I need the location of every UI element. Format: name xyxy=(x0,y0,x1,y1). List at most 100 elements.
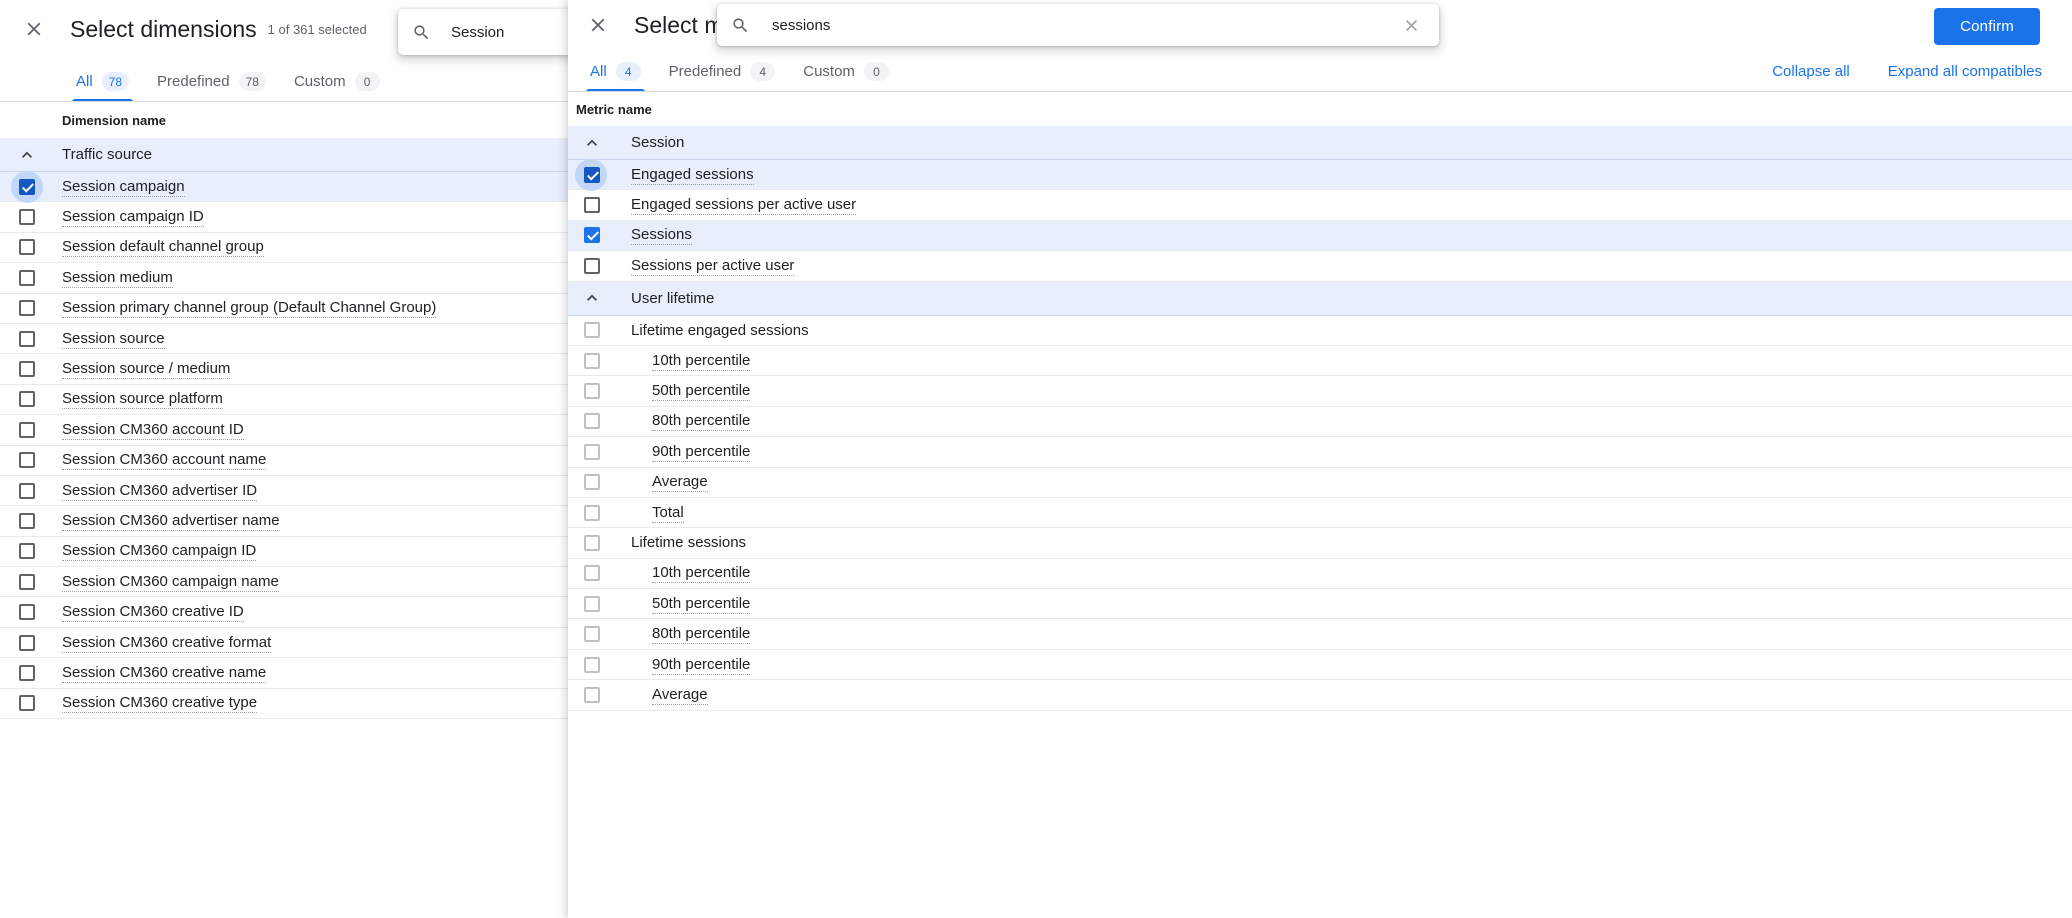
dimension-item-label: Session CM360 account ID xyxy=(62,420,244,440)
dimension-checkbox[interactable] xyxy=(10,324,44,354)
metric-checkbox[interactable] xyxy=(574,158,610,191)
close-icon[interactable] xyxy=(10,5,58,53)
metric-checkbox xyxy=(574,558,610,588)
metric-checkbox[interactable] xyxy=(574,220,610,250)
select-metrics-panel: Select metrics 2 of 169 selected Confirm… xyxy=(568,0,2072,918)
dimensions-tab-all[interactable]: All 78 xyxy=(62,72,143,102)
dimensions-tab-predefined[interactable]: Predefined 78 xyxy=(143,72,280,102)
dimension-list-item[interactable]: Session CM360 account ID xyxy=(0,415,568,446)
metric-checkbox xyxy=(574,437,610,467)
dimension-group-header[interactable]: Traffic source xyxy=(0,138,568,172)
dimension-list-item[interactable]: Session source platform xyxy=(0,384,568,416)
metric-item-label: Lifetime sessions xyxy=(631,534,747,552)
chevron-up-icon[interactable] xyxy=(574,133,610,153)
dimension-list-item[interactable]: Session CM360 creative ID xyxy=(0,597,568,628)
dimension-checkbox[interactable] xyxy=(10,597,44,627)
metric-group-label: User lifetime xyxy=(631,289,715,307)
metric-checkbox xyxy=(574,619,610,649)
search-icon xyxy=(731,16,750,35)
collapse-all-button[interactable]: Collapse all xyxy=(1772,63,1850,80)
metric-list-item[interactable]: Engaged sessions per active user xyxy=(568,190,2072,221)
metric-checkbox xyxy=(574,498,610,528)
metric-checkbox xyxy=(574,650,610,680)
dimension-item-label: Session primary channel group (Default C… xyxy=(62,299,437,319)
close-icon[interactable] xyxy=(574,1,622,49)
dimension-checkbox[interactable] xyxy=(10,445,44,475)
select-dimensions-panel: Select dimensions 1 of 361 selected All … xyxy=(0,0,568,918)
metrics-search-box[interactable] xyxy=(717,4,1439,46)
dimension-checkbox[interactable] xyxy=(10,506,44,536)
dimension-checkbox[interactable] xyxy=(10,232,44,262)
metrics-tab-custom-badge: 0 xyxy=(863,62,889,81)
dimension-list-item[interactable]: Session campaign xyxy=(0,170,568,203)
dimension-checkbox[interactable] xyxy=(10,567,44,597)
dimension-list-item[interactable]: Session default channel group xyxy=(0,232,568,264)
metric-item-label: 10th percentile xyxy=(652,351,751,371)
metric-list-item: 80th percentile xyxy=(568,407,2072,438)
metrics-tab-all[interactable]: All 4 xyxy=(576,62,655,92)
dimension-list-item[interactable]: Session CM360 creative type xyxy=(0,688,568,720)
dimension-checkbox[interactable] xyxy=(10,628,44,658)
dimension-item-label: Session source / medium xyxy=(62,360,231,380)
dimension-list-item[interactable]: Session source xyxy=(0,324,568,355)
dimension-list-item[interactable]: Session medium xyxy=(0,263,568,294)
metric-list-item[interactable]: Engaged sessions xyxy=(568,158,2072,191)
metric-checkbox[interactable] xyxy=(574,190,610,220)
dimension-checkbox[interactable] xyxy=(10,415,44,445)
dimension-list-item[interactable]: Session CM360 account name xyxy=(0,446,568,476)
metric-item-label: Lifetime engaged sessions xyxy=(631,321,809,339)
metric-list-item: Total xyxy=(568,498,2072,529)
dimension-list-item[interactable]: Session CM360 creative name xyxy=(0,658,568,689)
chevron-up-icon[interactable] xyxy=(574,288,610,308)
metric-list-item: 10th percentile xyxy=(568,558,2072,590)
metric-checkbox[interactable] xyxy=(574,251,610,281)
dimensions-tabs: All 78 Predefined 78 Custom 0 xyxy=(0,58,568,102)
dimension-checkbox[interactable] xyxy=(10,476,44,506)
metric-item-label: 90th percentile xyxy=(652,655,751,675)
chevron-up-icon[interactable] xyxy=(10,145,44,165)
metric-group-header[interactable]: Session xyxy=(568,126,2072,160)
dimension-checkbox[interactable] xyxy=(10,384,44,414)
dimension-checkbox[interactable] xyxy=(10,202,44,232)
dimension-item-label: Session CM360 campaign ID xyxy=(62,542,257,562)
dimension-checkbox[interactable] xyxy=(10,354,44,384)
metric-checkbox xyxy=(574,589,610,619)
metric-item-label: Sessions xyxy=(631,226,692,246)
confirm-button[interactable]: Confirm xyxy=(1934,8,2040,45)
dimension-list-item[interactable]: Session CM360 creative format xyxy=(0,628,568,659)
metric-list-item: 50th percentile xyxy=(568,376,2072,407)
dimension-checkbox[interactable] xyxy=(10,658,44,688)
dimension-list-item[interactable]: Session primary channel group (Default C… xyxy=(0,294,568,324)
dimension-checkbox[interactable] xyxy=(10,170,44,203)
metrics-tab-custom[interactable]: Custom 0 xyxy=(789,62,903,92)
metric-item-label: Engaged sessions per active user xyxy=(631,196,857,216)
metric-list-item[interactable]: Sessions per active user xyxy=(568,251,2072,282)
dimension-checkbox[interactable] xyxy=(10,536,44,566)
metric-group-label: Session xyxy=(631,134,685,151)
close-icon[interactable] xyxy=(1397,11,1425,39)
dimensions-search-box[interactable] xyxy=(398,9,568,55)
dimension-checkbox[interactable] xyxy=(10,263,44,293)
expand-all-compatibles-button[interactable]: Expand all compatibles xyxy=(1888,63,2042,80)
dimension-checkbox[interactable] xyxy=(10,293,44,323)
dimensions-search-input[interactable] xyxy=(451,23,568,41)
metrics-tab-predefined[interactable]: Predefined 4 xyxy=(655,62,790,92)
metric-item-label: 80th percentile xyxy=(652,412,751,432)
dimension-list-item[interactable]: Session campaign ID xyxy=(0,202,568,233)
metrics-search-input[interactable] xyxy=(772,16,1397,34)
metrics-tabs-divider xyxy=(568,91,2072,92)
dimension-item-label: Session campaign xyxy=(62,177,185,197)
dimension-item-label: Session CM360 creative type xyxy=(62,694,258,714)
dimension-checkbox[interactable] xyxy=(10,688,44,718)
metric-list-item: Average xyxy=(568,680,2072,711)
metric-list-item[interactable]: Sessions xyxy=(568,220,2072,252)
dimension-list-item[interactable]: Session CM360 advertiser ID xyxy=(0,476,568,507)
dimensions-tab-custom[interactable]: Custom 0 xyxy=(280,72,394,102)
dimension-list-item[interactable]: Session CM360 campaign ID xyxy=(0,536,568,568)
dimension-list-item[interactable]: Session CM360 advertiser name xyxy=(0,506,568,537)
dimension-item-label: Session CM360 advertiser ID xyxy=(62,481,258,501)
dimension-list-item[interactable]: Session source / medium xyxy=(0,354,568,385)
dimension-list-item[interactable]: Session CM360 campaign name xyxy=(0,567,568,598)
dimension-item-label: Session CM360 creative format xyxy=(62,633,272,653)
metric-group-header[interactable]: User lifetime xyxy=(568,281,2072,316)
